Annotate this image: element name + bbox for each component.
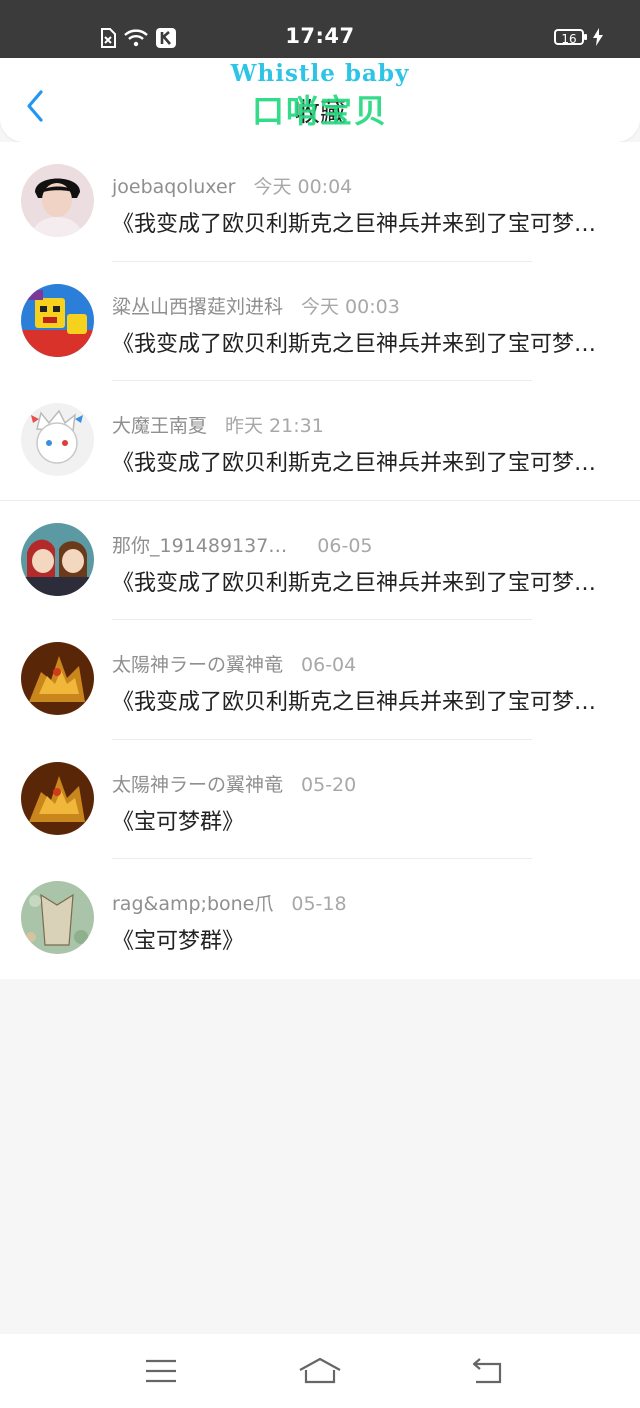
avatar[interactable] [21, 283, 94, 357]
item-time: 昨天 21:31 [225, 415, 324, 437]
item-message: 《我变成了欧贝利斯克之巨神兵并来到了宝可梦世界》 [112, 451, 612, 476]
user-name: 太陽神ラーの翼神竜 [112, 654, 284, 676]
list-item[interactable]: 粱丛山西撂莚刘进科 今天 00:03 《我变成了欧贝利斯克之巨神兵并来到了宝可梦世… [0, 262, 640, 381]
item-meta: rag&amp;bone爪 05-18 [112, 889, 347, 916]
item-meta: 太陽神ラーの翼神竜 06-04 [112, 650, 356, 677]
item-meta: 太陽神ラーの翼神竜 05-20 [112, 770, 356, 797]
header: 收藏 Whistle baby 口哨宝贝 [0, 58, 640, 142]
home-icon[interactable] [298, 1356, 342, 1386]
status-bar: 17:47 16 [0, 0, 640, 58]
back-nav-icon[interactable] [470, 1356, 506, 1386]
list-item[interactable]: 大魔王南夏 昨天 21:31 《我变成了欧贝利斯克之巨神兵并来到了宝可梦世界》 [0, 381, 640, 501]
list-item[interactable]: 那你_191489137… 06-05 《我变成了欧贝利斯克之巨神兵并来到了宝可梦… [0, 501, 640, 620]
item-message: 《宝可梦群》 [112, 809, 245, 835]
status-icons-right: 16 [554, 28, 604, 46]
user-name: 那你_191489137… [112, 534, 288, 557]
watermark-logo-en: Whistle baby [230, 60, 410, 87]
item-message: 《我变成了欧贝利斯克之巨神兵并来到了宝可梦世界》 [112, 570, 612, 596]
avatar[interactable] [21, 403, 94, 476]
avatar[interactable] [21, 761, 94, 835]
item-message: 《我变成了欧贝利斯克之巨神兵并来到了宝可梦世界》 [112, 212, 612, 237]
user-name: 太陽神ラーの翼神竜 [112, 773, 284, 796]
favorites-list: joebaqoluxer 今天 00:04 《我变成了欧贝利斯克之巨神兵并来到了宝… [0, 142, 640, 979]
item-message: 《我变成了欧贝利斯克之巨神兵并来到了宝可梦世界》 [112, 331, 612, 357]
user-name: 粱丛山西撂莚刘进科 [112, 295, 284, 318]
menu-icon[interactable] [143, 1356, 179, 1386]
watermark-logo-cn: 口哨宝贝 [251, 92, 388, 130]
item-meta: 粱丛山西撂莚刘进科 今天 00:03 [112, 292, 400, 319]
item-message: 《宝可梦群》 [112, 929, 245, 954]
battery-icon: 16 [554, 29, 587, 46]
list-item[interactable]: 太陽神ラーの翼神竜 06-04 《我变成了欧贝利斯克之巨神兵并来到了宝可梦世界》 [0, 620, 640, 740]
list-item[interactable]: rag&amp;bone爪 05-18 《宝可梦群》 [0, 859, 640, 979]
item-meta: joebaqoluxer 今天 00:04 [112, 172, 352, 199]
item-time: 今天 00:03 [301, 295, 400, 318]
item-time: 06-04 [301, 654, 357, 676]
item-meta: 那你_191489137… 06-05 [112, 531, 373, 558]
item-time: 05-20 [301, 773, 357, 796]
user-name: 大魔王南夏 [112, 415, 208, 437]
user-name: joebaqoluxer [112, 176, 236, 198]
avatar[interactable] [21, 522, 94, 596]
system-nav-bar [0, 1334, 640, 1408]
item-time: 06-05 [317, 534, 373, 557]
item-meta: 大魔王南夏 昨天 21:31 [112, 411, 324, 438]
user-name: rag&amp;bone爪 [112, 893, 274, 915]
list-item[interactable]: 太陽神ラーの翼神竜 05-20 《宝可梦群》 [0, 740, 640, 859]
avatar[interactable] [21, 642, 94, 715]
item-message: 《我变成了欧贝利斯克之巨神兵并来到了宝可梦世界》 [112, 690, 612, 715]
charging-icon [593, 28, 603, 46]
avatar[interactable] [21, 164, 94, 237]
list-item[interactable]: joebaqoluxer 今天 00:04 《我变成了欧贝利斯克之巨神兵并来到了宝… [0, 142, 640, 262]
status-time: 17:47 [285, 24, 355, 48]
avatar[interactable] [21, 881, 94, 954]
item-time: 今天 00:04 [253, 176, 353, 198]
item-time: 05-18 [291, 893, 347, 915]
